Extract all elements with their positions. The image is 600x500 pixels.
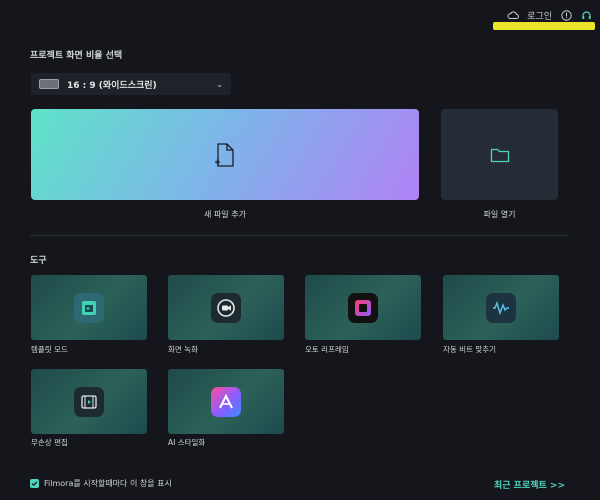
open-file-button[interactable] (441, 109, 558, 200)
tool-screen-recorder-label: 화면 녹화 (168, 345, 198, 354)
auto-beat-sync-icon (486, 292, 516, 323)
tool-ai-stylize-label: AI 스타일화 (168, 438, 206, 447)
aspect-ratio-dropdown[interactable]: 16 : 9 (와이드스크린) ⌄ (31, 73, 231, 95)
new-file-icon (215, 142, 234, 167)
section-divider (30, 235, 568, 236)
login-button[interactable]: 로그인 (527, 9, 552, 22)
new-file-button[interactable] (31, 109, 419, 200)
login-label: 로그인 (527, 11, 552, 22)
template-mode-icon (74, 292, 104, 323)
screen-recorder-icon (211, 292, 241, 323)
info-icon[interactable] (560, 9, 572, 21)
tool-auto-beat-sync[interactable] (443, 275, 559, 340)
tool-lossless-edit-label: 무손상 편집 (31, 438, 68, 447)
new-file-label: 새 파일 추가 (204, 210, 246, 219)
tool-lossless-edit[interactable] (31, 369, 147, 434)
auto-reframe-icon (348, 292, 378, 323)
recent-projects-link[interactable]: 최근 프로젝트 >> (494, 478, 565, 491)
startup-checkbox-label: Filmora를 시작할때마다 이 창을 표시 (44, 479, 172, 488)
aspect-ratio-heading: 프로젝트 화면 비율 선택 (30, 51, 123, 61)
tool-template-mode-label: 템플릿 모드 (31, 345, 68, 354)
startup-checkbox-row[interactable]: Filmora를 시작할때마다 이 창을 표시 (30, 478, 172, 489)
open-file-label: 파일 열기 (483, 210, 516, 219)
tool-ai-stylize[interactable] (168, 369, 284, 434)
ai-stylize-icon (211, 386, 241, 417)
tool-auto-reframe-label: 오토 리프레임 (305, 345, 349, 354)
tool-auto-beat-sync-label: 자동 비트 맞추기 (443, 345, 497, 354)
tool-auto-reframe[interactable] (305, 275, 421, 340)
tools-heading: 도구 (30, 256, 47, 266)
cloud-icon[interactable] (507, 9, 520, 21)
tool-template-mode[interactable] (31, 275, 147, 340)
chevron-down-icon: ⌄ (216, 79, 223, 89)
headset-support-icon[interactable] (580, 9, 592, 21)
lossless-edit-icon (74, 386, 104, 417)
highlight-marker (493, 22, 595, 30)
startup-checkbox[interactable] (30, 479, 39, 488)
aspect-ratio-value: 16 : 9 (와이드스크린) (67, 80, 157, 91)
tool-screen-recorder[interactable] (168, 275, 284, 340)
widescreen-icon (39, 79, 59, 89)
folder-icon (490, 148, 509, 162)
